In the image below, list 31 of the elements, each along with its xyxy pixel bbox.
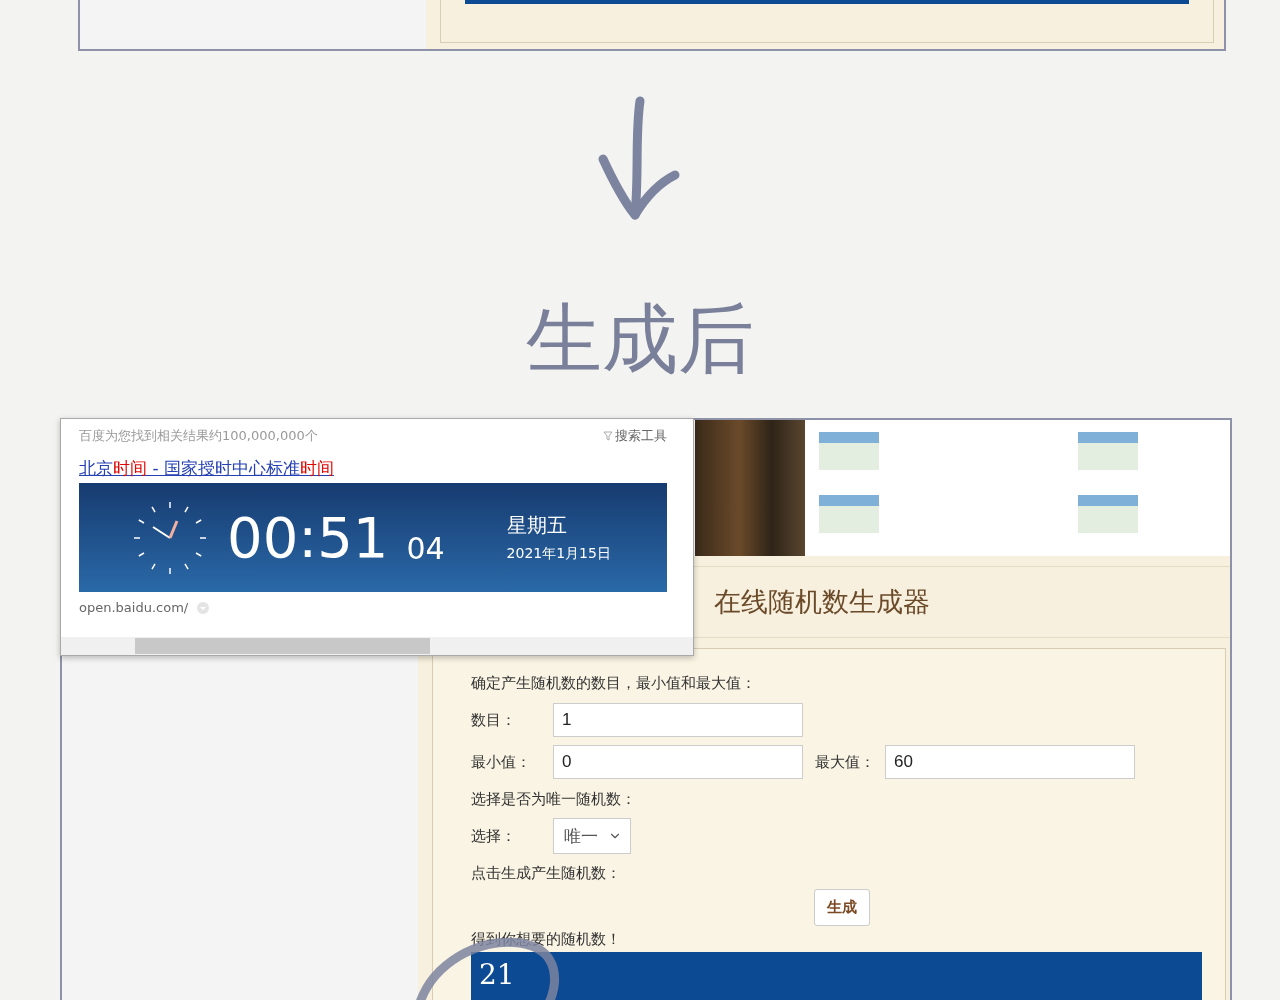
dropdown-circle-icon — [196, 600, 211, 615]
field-label: 最小值： — [471, 752, 532, 772]
date-text: 2021年1月15日 — [506, 545, 611, 563]
result-output: 21 — [471, 952, 1202, 1000]
analog-clock-icon — [133, 500, 207, 575]
filter-icon — [603, 431, 613, 441]
search-tools-link[interactable]: 搜索工具 — [603, 427, 667, 445]
clock-time: 00:51 — [227, 505, 389, 570]
blurred-thumbnail — [1077, 495, 1138, 533]
result-url: open.baidu.com/ — [79, 600, 189, 615]
input-field[interactable]: 1 — [553, 703, 803, 737]
result-count: 百度为您找到相关结果约100,000,000个 — [79, 427, 318, 445]
blurred-thumbnail — [1077, 432, 1138, 470]
section-heading: 生成后 — [526, 297, 754, 386]
horizontal-scrollbar[interactable] — [61, 637, 693, 655]
unique-select[interactable]: 唯一 — [553, 818, 631, 854]
weekday-text: 星期五 — [506, 512, 568, 539]
page-title: 在线随机数生成器 — [714, 585, 930, 619]
generate-button[interactable]: 生成 — [814, 889, 870, 926]
input-field[interactable]: 60 — [885, 745, 1135, 779]
blurred-thumbnail — [819, 495, 879, 533]
field-label: 数目： — [471, 710, 517, 730]
instruction-text: 确定产生随机数的数目，最小值和最大值： — [471, 673, 756, 693]
blurred-thumbnail — [819, 432, 879, 470]
scrollbar-thumb[interactable] — [135, 638, 430, 654]
clock-seconds: 04 — [406, 531, 445, 566]
field-label: 最大值： — [815, 752, 876, 772]
input-field[interactable]: 0 — [553, 745, 803, 779]
field-label: 选择： — [471, 826, 517, 846]
instruction-text: 选择是否为唯一随机数： — [471, 789, 636, 809]
instruction-text: 点击生成产生随机数： — [471, 863, 621, 883]
